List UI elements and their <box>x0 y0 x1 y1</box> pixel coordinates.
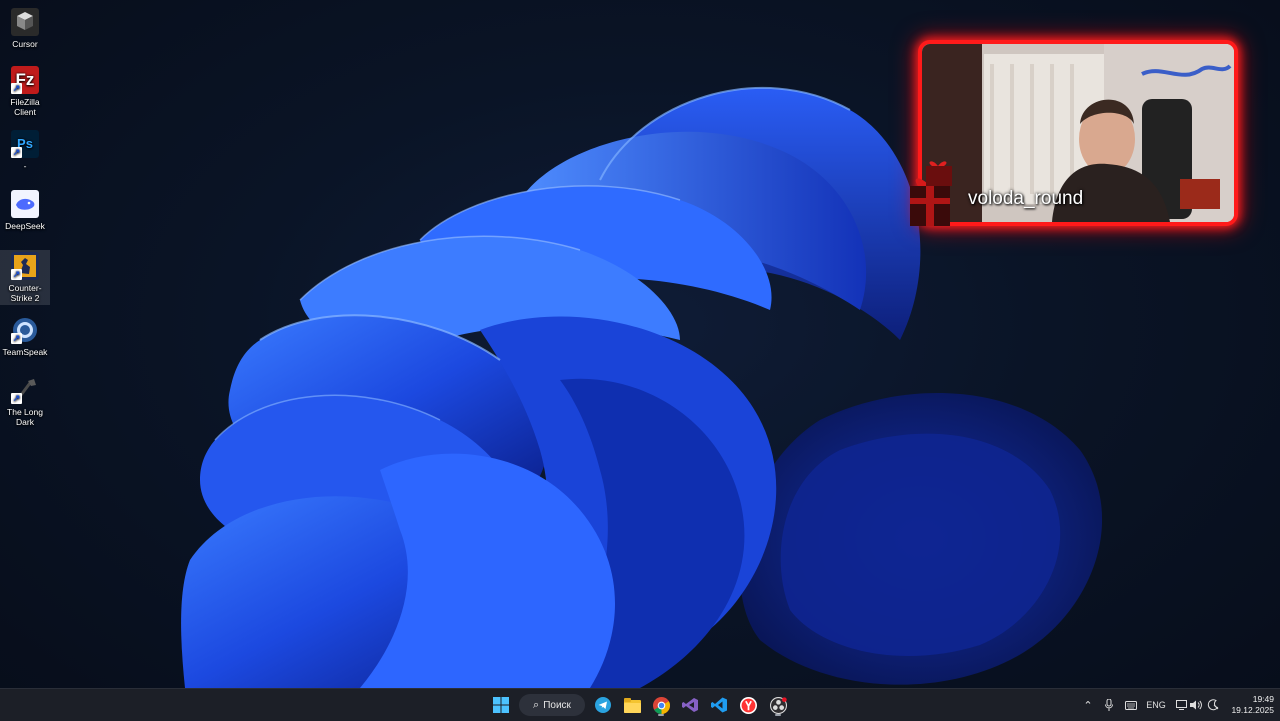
desktop-icon-photoshop[interactable]: Ps ↗ - <box>0 130 50 171</box>
search-icon: ⌕ <box>533 698 540 711</box>
desktop: Cursor Fz ↗ FileZilla Client Ps ↗ - Deep… <box>0 0 1280 688</box>
desktop-icon-label: TeamSpeak <box>2 347 48 357</box>
do-not-disturb-icon <box>1207 699 1219 711</box>
taskbar-telegram[interactable] <box>590 693 616 717</box>
the-long-dark-icon: ↗ <box>11 376 39 404</box>
language-indicator[interactable]: ENG <box>1144 689 1168 721</box>
shortcut-arrow-icon: ↗ <box>11 83 22 94</box>
desktop-icon-deepseek[interactable]: DeepSeek <box>0 190 50 231</box>
gift-icon <box>910 161 952 226</box>
desktop-icon-counter-strike[interactable]: ↗ Counter-Strike 2 <box>0 250 50 305</box>
desktop-icon-label: DeepSeek <box>5 221 45 231</box>
search-button[interactable]: ⌕ Поиск <box>519 694 585 716</box>
desktop-icon-label: Counter-Strike 2 <box>8 283 42 303</box>
shortcut-arrow-icon: ↗ <box>11 269 22 280</box>
counter-strike-icon: ↗ <box>11 252 39 280</box>
running-indicator <box>775 714 781 716</box>
microphone-icon <box>1105 699 1113 711</box>
filezilla-icon: Fz ↗ <box>11 66 39 94</box>
network-icon <box>1175 700 1187 710</box>
chevron-up-icon: ⌃ <box>1083 699 1093 712</box>
shortcut-arrow-icon: ↗ <box>11 333 22 344</box>
clock-date: 19.12.2025 <box>1231 705 1274 715</box>
taskbar-visual-studio[interactable] <box>677 693 703 717</box>
visual-studio-icon <box>682 698 698 712</box>
keyboard-icon <box>1125 700 1137 710</box>
telegram-icon <box>595 697 611 713</box>
taskbar-chrome[interactable] <box>648 693 674 717</box>
volume-icon <box>1190 700 1202 710</box>
desktop-icon-the-long-dark[interactable]: ↗ The Long Dark <box>0 376 50 427</box>
yandex-browser-icon <box>739 696 757 714</box>
chrome-icon <box>652 696 670 714</box>
start-icon <box>493 697 509 713</box>
webcam-username: voloda_round <box>968 188 1084 209</box>
clock-time: 19:49 <box>1252 694 1274 704</box>
microphone-button[interactable] <box>1101 689 1117 721</box>
desktop-icon-filezilla[interactable]: Fz ↗ FileZilla Client <box>0 66 50 117</box>
desktop-icon-cursor[interactable]: Cursor <box>0 8 50 49</box>
taskbar: ⌕ Поиск ⌃ ENG 19:49 19.12.2025 <box>0 688 1280 721</box>
language-label: ENG <box>1146 700 1166 710</box>
desktop-icon-label: Cursor <box>12 39 38 49</box>
running-indicator <box>658 714 664 716</box>
keyboard-button[interactable] <box>1122 689 1140 721</box>
taskbar-file-explorer[interactable] <box>619 693 645 717</box>
clock[interactable]: 19:49 19.12.2025 <box>1224 694 1274 716</box>
desktop-icon-teamspeak[interactable]: ↗ TeamSpeak <box>0 316 50 357</box>
volume-button[interactable] <box>1189 689 1203 721</box>
vscode-icon <box>711 697 727 713</box>
cursor-app-icon <box>11 8 39 36</box>
desktop-icon-label: - <box>23 161 27 171</box>
shortcut-arrow-icon: ↗ <box>11 147 22 158</box>
taskbar-obs[interactable] <box>765 693 791 717</box>
deepseek-icon <box>11 190 39 218</box>
network-button[interactable] <box>1174 689 1188 721</box>
show-hidden-icons-button[interactable]: ⌃ <box>1080 689 1096 721</box>
shortcut-arrow-icon: ↗ <box>11 393 22 404</box>
taskbar-yandex-browser[interactable] <box>735 693 761 717</box>
taskbar-vscode[interactable] <box>706 693 732 717</box>
desktop-icon-label: The Long Dark <box>7 407 43 427</box>
search-label: Поиск <box>543 699 571 711</box>
file-explorer-icon <box>623 697 641 713</box>
desktop-icon-label: FileZilla Client <box>10 97 40 117</box>
teamspeak-icon: ↗ <box>11 316 39 344</box>
start-button[interactable] <box>488 693 514 717</box>
focus-assist-button[interactable] <box>1205 689 1221 721</box>
photoshop-icon: Ps ↗ <box>11 130 39 158</box>
obs-icon <box>769 696 787 714</box>
